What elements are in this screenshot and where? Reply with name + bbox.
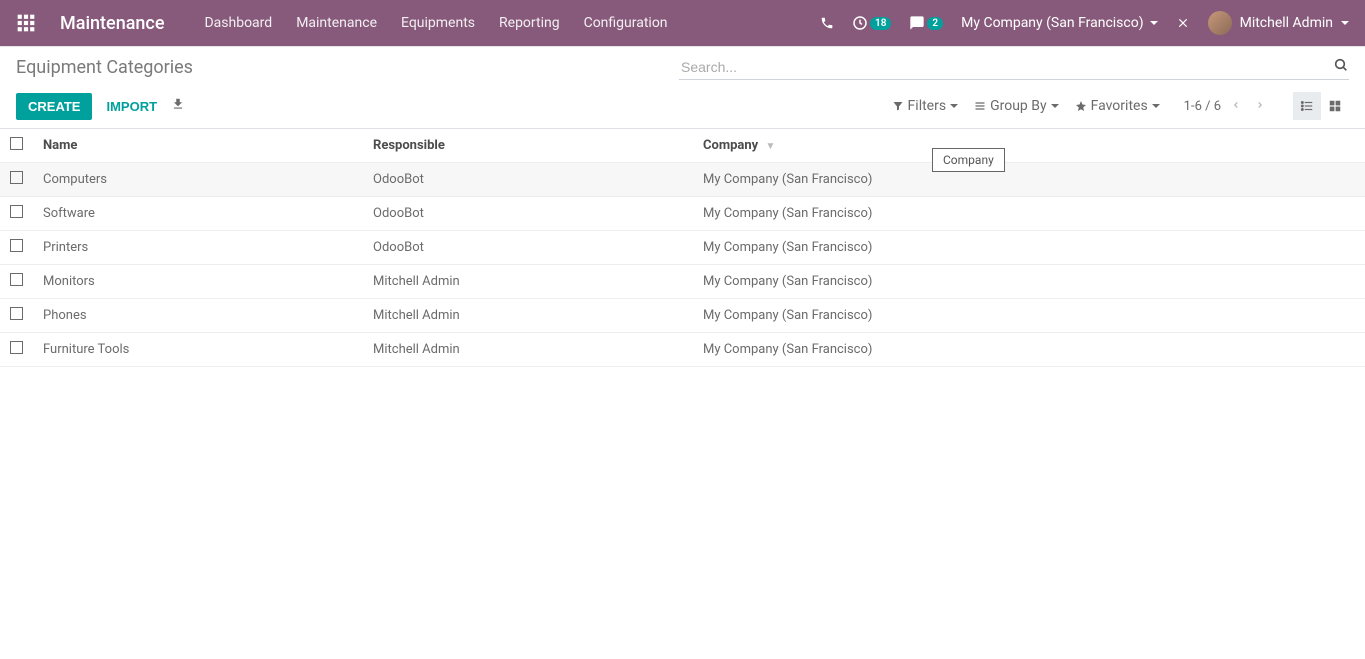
list-view: Name Responsible Company ▼ ComputersOdoo… <box>0 128 1365 367</box>
create-button[interactable]: CREATE <box>16 93 92 120</box>
caret-down-icon <box>1150 21 1158 25</box>
cell-responsible: OdooBot <box>363 197 693 231</box>
row-checkbox[interactable] <box>10 341 23 354</box>
nav-item-maintenance[interactable]: Maintenance <box>296 15 377 31</box>
filters-label: Filters <box>908 98 947 114</box>
cell-responsible: OdooBot <box>363 163 693 197</box>
filters-button[interactable]: Filters <box>892 98 959 114</box>
cell-responsible: Mitchell Admin <box>363 299 693 333</box>
apps-icon[interactable] <box>16 13 36 33</box>
cell-name: Software <box>33 197 363 231</box>
column-header-company[interactable]: Company ▼ <box>693 129 1365 163</box>
cell-name: Furniture Tools <box>33 333 363 367</box>
caret-down-icon <box>1051 104 1059 108</box>
user-menu[interactable]: Mitchell Admin <box>1208 11 1349 35</box>
cell-responsible: OdooBot <box>363 231 693 265</box>
group-by-label: Group By <box>990 98 1047 114</box>
cell-name: Monitors <box>33 265 363 299</box>
column-header-responsible[interactable]: Responsible <box>363 129 693 163</box>
cell-responsible: Mitchell Admin <box>363 265 693 299</box>
nav-right: 18 2 My Company (San Francisco) Mitchell… <box>820 11 1349 35</box>
cell-company: My Company (San Francisco) <box>693 265 1365 299</box>
caret-down-icon <box>950 104 958 108</box>
view-switcher <box>1293 92 1349 120</box>
debug-icon[interactable] <box>1176 16 1190 30</box>
caret-down-icon <box>1152 104 1160 108</box>
table-row[interactable]: PrintersOdooBotMy Company (San Francisco… <box>0 231 1365 265</box>
table-row[interactable]: MonitorsMitchell AdminMy Company (San Fr… <box>0 265 1365 299</box>
pager-next[interactable] <box>1251 95 1269 118</box>
table-header-row: Name Responsible Company ▼ <box>0 129 1365 163</box>
nav-item-dashboard[interactable]: Dashboard <box>204 15 272 31</box>
cell-company: My Company (San Francisco) <box>693 299 1365 333</box>
caret-down-icon <box>1341 21 1349 25</box>
nav-item-reporting[interactable]: Reporting <box>499 15 560 31</box>
row-checkbox[interactable] <box>10 205 23 218</box>
nav-item-configuration[interactable]: Configuration <box>584 15 668 31</box>
row-checkbox[interactable] <box>10 273 23 286</box>
discuss-badge: 2 <box>927 17 943 30</box>
user-name: Mitchell Admin <box>1240 15 1333 31</box>
import-button[interactable]: IMPORT <box>106 99 157 114</box>
row-checkbox[interactable] <box>10 307 23 320</box>
pager-value[interactable]: 1-6 / 6 <box>1184 99 1221 114</box>
sort-caret-icon: ▼ <box>765 141 775 152</box>
search-input[interactable] <box>679 55 1333 79</box>
app-title[interactable]: Maintenance <box>60 13 164 34</box>
company-switcher[interactable]: My Company (San Francisco) <box>961 15 1157 31</box>
download-icon[interactable] <box>171 97 185 115</box>
avatar <box>1208 11 1232 35</box>
nav-item-equipments[interactable]: Equipments <box>401 15 475 31</box>
favorites-button[interactable]: Favorites <box>1075 98 1160 114</box>
cell-company: My Company (San Francisco) <box>693 163 1365 197</box>
breadcrumb: Equipment Categories <box>16 57 193 78</box>
search-bar <box>679 55 1349 80</box>
cell-name: Printers <box>33 231 363 265</box>
pager: 1-6 / 6 <box>1184 95 1269 118</box>
row-checkbox[interactable] <box>10 171 23 184</box>
activity-badge: 18 <box>870 17 891 30</box>
table-row[interactable]: SoftwareOdooBotMy Company (San Francisco… <box>0 197 1365 231</box>
cell-company: My Company (San Francisco) <box>693 197 1365 231</box>
pager-prev[interactable] <box>1227 95 1245 118</box>
table-row[interactable]: ComputersOdooBotMy Company (San Francisc… <box>0 163 1365 197</box>
favorites-label: Favorites <box>1091 98 1148 114</box>
column-header-name[interactable]: Name <box>33 129 363 163</box>
navbar: Maintenance Dashboard Maintenance Equipm… <box>0 0 1365 46</box>
cell-name: Computers <box>33 163 363 197</box>
table-row[interactable]: PhonesMitchell AdminMy Company (San Fran… <box>0 299 1365 333</box>
table-row[interactable]: Furniture ToolsMitchell AdminMy Company … <box>0 333 1365 367</box>
group-by-button[interactable]: Group By <box>974 98 1059 114</box>
control-panel: Equipment Categories CREATE IMPORT Filte… <box>0 47 1365 128</box>
kanban-view-button[interactable] <box>1321 92 1349 120</box>
cell-company: My Company (San Francisco) <box>693 231 1365 265</box>
search-icon[interactable] <box>1333 57 1349 77</box>
nav-menu: Dashboard Maintenance Equipments Reporti… <box>204 15 667 31</box>
cell-responsible: Mitchell Admin <box>363 333 693 367</box>
list-view-button[interactable] <box>1293 92 1321 120</box>
cell-company: My Company (San Francisco) <box>693 333 1365 367</box>
select-all-checkbox[interactable] <box>10 137 23 150</box>
company-name: My Company (San Francisco) <box>961 15 1143 31</box>
phone-icon[interactable] <box>820 16 834 30</box>
search-options: Filters Group By Favorites <box>892 98 1160 114</box>
activity-icon[interactable]: 18 <box>852 15 891 31</box>
column-tooltip: Company <box>932 148 1005 172</box>
cell-name: Phones <box>33 299 363 333</box>
discuss-icon[interactable]: 2 <box>909 15 943 31</box>
row-checkbox[interactable] <box>10 239 23 252</box>
